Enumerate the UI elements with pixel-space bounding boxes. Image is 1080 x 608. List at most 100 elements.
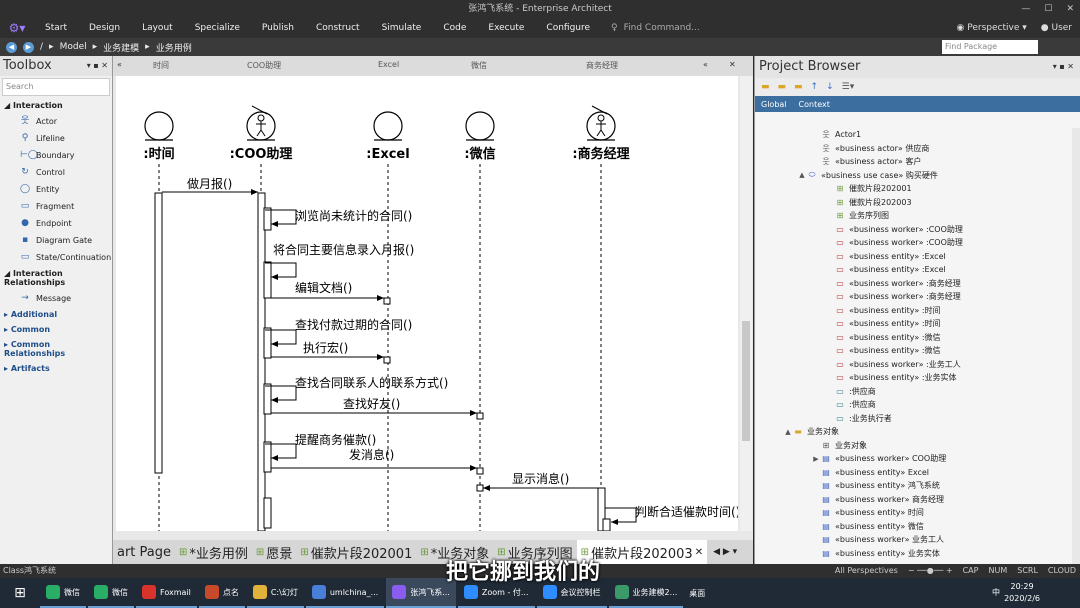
message-label[interactable]: 将合同主要信息录入月报() (273, 242, 414, 257)
tab-2[interactable]: ⊞ 愿景 (252, 543, 296, 562)
find-command[interactable]: ♀ Find Command... (611, 23, 700, 33)
tree-item[interactable]: ▭ «business entity» :Excel (755, 263, 1080, 277)
taskbar-app[interactable]: 点名 (198, 578, 245, 608)
lifeline-name[interactable]: :微信 (464, 146, 495, 162)
message-arrowhead[interactable] (271, 341, 278, 347)
toolbox-item-diagram-gate[interactable]: ▪ Diagram Gate (0, 232, 112, 249)
tree-item[interactable]: ▭ «business entity» :Excel (755, 250, 1080, 264)
toolbox-search-input[interactable]: Search (2, 78, 110, 96)
diagram-canvas[interactable]: :时间:COO助理:Excel:微信:商务经理 做月报() 浏览尚未统计的合同() 将… (116, 76, 738, 531)
maximize-icon[interactable]: ☐ (1044, 0, 1052, 18)
taskbar-clock[interactable]: 20:29 2020/2/6 (1004, 581, 1040, 605)
taskbar-app[interactable]: Foxmail (136, 578, 197, 608)
sequence-diagram[interactable]: :时间:COO助理:Excel:微信:商务经理做月报() 浏览尚未统计的合同() 将… (116, 76, 738, 531)
toolbox-section-interaction-relationships[interactable]: ◢ Interaction Relationships (0, 266, 112, 290)
toolbox-section[interactable]: ▸ Common (0, 322, 112, 337)
menu-start[interactable]: Start (34, 18, 78, 38)
lifeline-name[interactable]: :COO助理 (230, 146, 293, 162)
activation-bar[interactable] (263, 327, 272, 359)
toolbox-section-interaction[interactable]: ◢ Interaction (0, 98, 112, 113)
windows-start-icon[interactable]: ⊞ (0, 585, 40, 601)
move-down-icon[interactable]: ↓ (826, 82, 834, 92)
menu-specialize[interactable]: Specialize (184, 18, 251, 38)
tree-item[interactable]: ▤ «business worker» 商务经理 (755, 493, 1080, 507)
activation-bar[interactable] (383, 297, 391, 305)
panel-controls[interactable]: ▾ ▪ ✕ (87, 56, 108, 76)
tab-0[interactable]: art Page (113, 545, 175, 560)
tree-item[interactable]: ▭:业务执行者 (755, 412, 1080, 426)
tree-item[interactable]: 웃 Actor1 (755, 128, 1080, 142)
tree-item[interactable]: ▤ «business worker» 业务工人 (755, 533, 1080, 547)
toolbox-item-endpoint[interactable]: ● Endpoint (0, 215, 112, 232)
perspectives-status[interactable]: All Perspectives (835, 564, 898, 578)
tree-item[interactable]: ▤ «business entity» 鸿飞系统 (755, 479, 1080, 493)
menu-execute[interactable]: Execute (477, 18, 535, 38)
tree-item[interactable]: ▭ «business worker» :商务经理 (755, 290, 1080, 304)
desktop-toolbar[interactable]: 桌面 (689, 588, 705, 599)
lifeline-name[interactable]: :时间 (143, 146, 174, 162)
message-label[interactable]: 判断合适催款时间() (635, 504, 738, 519)
minimize-icon[interactable]: — (1021, 0, 1030, 18)
tab-3[interactable]: ⊞ 催款片段202001 (296, 543, 416, 562)
diagram-vertical-scrollbar[interactable] (740, 76, 752, 531)
tree-item[interactable]: ⊞ 催款片段202001 (755, 182, 1080, 196)
new-package-icon[interactable]: ▬ (761, 82, 770, 92)
taskbar-app[interactable]: C:\幻灯 (246, 578, 304, 608)
tree-item[interactable]: ▭ «business entity» :微信 (755, 344, 1080, 358)
message-arrowhead[interactable] (271, 221, 278, 227)
new-diagram-icon[interactable]: ▬ (778, 82, 787, 92)
breadcrumb-root[interactable]: / (40, 42, 43, 52)
lifeline-head[interactable] (465, 111, 495, 141)
tree-item[interactable]: ▲ ▬ 业务对象 (755, 425, 1080, 439)
toolbox-item-actor[interactable]: 웃 Actor (0, 113, 112, 130)
message-arrowhead[interactable] (611, 519, 618, 525)
find-package-input[interactable]: Find Package (942, 40, 1038, 54)
message-arrowhead[interactable] (377, 295, 384, 301)
message-label[interactable]: 查找合同联系人的联系方式() (295, 375, 448, 390)
header-collapse-icon[interactable]: « (703, 60, 708, 69)
toolbox-item-lifeline[interactable]: ⚲ Lifeline (0, 130, 112, 147)
tree-item[interactable]: ▲ ⬭ «business use case» 购买硬件 (755, 169, 1080, 183)
expand-toggle-icon[interactable]: ▲ (783, 428, 793, 436)
tree-item[interactable]: ▭ «business entity» :业务实体 (755, 371, 1080, 385)
menu-layout[interactable]: Layout (131, 18, 184, 38)
tree-item[interactable]: ▶ ▤ «business worker» COO助理 (755, 452, 1080, 466)
breadcrumb-business-modeling[interactable]: 业务建模 (103, 41, 139, 54)
browser-vertical-scrollbar[interactable] (1072, 128, 1080, 564)
breadcrumb-business-use-case[interactable]: 业务用例 (156, 41, 192, 54)
menu-code[interactable]: Code (432, 18, 477, 38)
close-icon[interactable]: ✕ (1066, 0, 1074, 18)
activation-bar[interactable] (476, 467, 484, 475)
message-label[interactable]: 做月报() (187, 176, 232, 191)
lifeline-head[interactable] (373, 111, 403, 141)
message-label[interactable]: 显示消息() (512, 471, 569, 486)
activation-bar[interactable] (154, 192, 163, 474)
tree-item[interactable]: ⊞ 催款片段202003 (755, 196, 1080, 210)
menu-simulate[interactable]: Simulate (371, 18, 433, 38)
panel-controls[interactable]: ▾ ▪ ✕ (1053, 56, 1074, 78)
scrollbar-thumb[interactable] (742, 321, 750, 441)
activation-bar[interactable] (476, 484, 484, 492)
header-close-icon[interactable]: ✕ (729, 60, 736, 69)
toolbox-item-entity[interactable]: ◯ Entity (0, 181, 112, 198)
tree-item[interactable]: ▭ «business entity» :时间 (755, 317, 1080, 331)
toolbox-section[interactable]: ▸ Artifacts (0, 361, 112, 376)
activation-bar[interactable] (263, 261, 272, 299)
tree-item[interactable]: ▭:供应商 (755, 385, 1080, 399)
tree-item[interactable]: 웃 «business actor» 供应商 (755, 142, 1080, 156)
taskbar-app[interactable]: 微信 (40, 578, 86, 608)
message-label[interactable]: 浏览尚未统计的合同() (295, 208, 412, 223)
tree-item[interactable]: ▭ «business worker» :业务工人 (755, 358, 1080, 372)
tree-item[interactable]: ▭ «business entity» :时间 (755, 304, 1080, 318)
tree-item[interactable]: ▭ «business worker» :COO助理 (755, 223, 1080, 237)
tree-item[interactable]: ▤ «business entity» Excel (755, 466, 1080, 480)
lifeline-head[interactable] (144, 111, 174, 141)
app-logo-icon[interactable]: ⚙▾ (0, 18, 34, 38)
taskbar-app[interactable]: 微信 (88, 578, 134, 608)
message-label[interactable]: 提醒商务催款() (295, 432, 376, 447)
subtab-global[interactable]: Global (761, 100, 787, 109)
tree-item[interactable]: ⊞ 业务对象 (755, 439, 1080, 453)
toolbox-item-fragment[interactable]: ▭ Fragment (0, 198, 112, 215)
back-icon[interactable]: ◀ (6, 41, 17, 53)
message-arrowhead[interactable] (271, 455, 278, 461)
